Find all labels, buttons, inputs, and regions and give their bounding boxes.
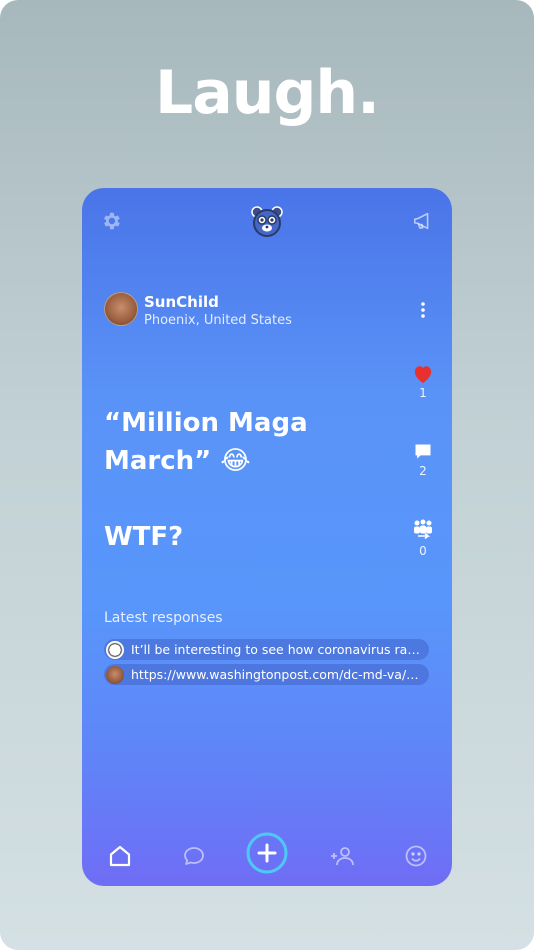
phone-frame: SunChild Phoenix, United States “Million… bbox=[82, 188, 452, 886]
post-text: “Million Maga March” 😂 bbox=[104, 404, 384, 480]
group-button[interactable]: 0 bbox=[408, 518, 438, 558]
post-text-line-3: WTF? bbox=[104, 522, 184, 552]
comment-icon bbox=[415, 444, 431, 459]
home-icon[interactable] bbox=[108, 844, 132, 872]
post-text-line-2: March” 😂 bbox=[104, 446, 251, 476]
bear-logo-icon bbox=[250, 204, 284, 238]
response-text: https://www.washingtonpost.com/dc-md-va/… bbox=[131, 667, 429, 682]
response-item[interactable]: https://www.washingtonpost.com/dc-md-va/… bbox=[104, 664, 429, 685]
bottom-nav bbox=[82, 826, 452, 886]
avatar bbox=[106, 640, 124, 659]
response-item[interactable]: It’ll be interesting to see how coronavi… bbox=[104, 639, 429, 660]
avatar bbox=[106, 665, 124, 684]
megaphone-icon[interactable] bbox=[412, 210, 434, 232]
add-icon[interactable] bbox=[246, 832, 288, 878]
latest-responses-label: Latest responses bbox=[104, 610, 223, 626]
more-options-icon[interactable] bbox=[418, 300, 428, 320]
comment-button[interactable]: 2 bbox=[408, 442, 438, 478]
group-icon bbox=[414, 519, 432, 540]
smile-icon[interactable] bbox=[404, 844, 428, 872]
headline: Laugh. bbox=[155, 58, 380, 128]
chat-icon[interactable] bbox=[182, 844, 206, 872]
author-name[interactable]: SunChild bbox=[144, 293, 219, 311]
like-button[interactable]: 1 bbox=[408, 364, 438, 400]
screen-background: Laugh. SunChild Phoenix, United States “… bbox=[0, 0, 534, 950]
comment-count: 2 bbox=[419, 464, 427, 478]
like-count: 1 bbox=[419, 386, 427, 400]
post-text-line-1: “Million Maga bbox=[104, 408, 308, 438]
avatar[interactable] bbox=[104, 292, 138, 326]
add-friend-icon[interactable] bbox=[330, 844, 356, 872]
gear-icon[interactable] bbox=[100, 210, 122, 232]
author-location: Phoenix, United States bbox=[144, 313, 292, 328]
heart-icon bbox=[414, 366, 432, 384]
group-count: 0 bbox=[419, 544, 427, 558]
response-text: It’ll be interesting to see how coronavi… bbox=[131, 642, 429, 657]
